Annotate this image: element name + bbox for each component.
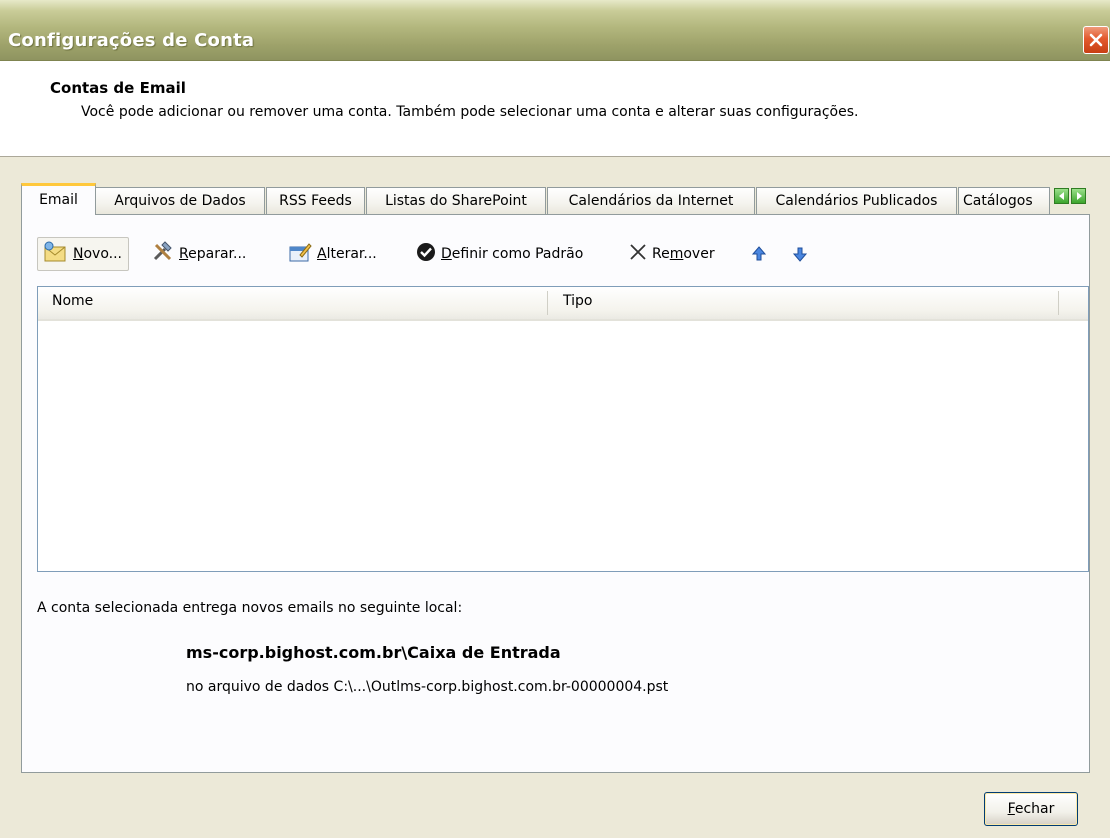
tab-catalogs[interactable]: Catálogos [958,187,1050,214]
new-mail-icon [42,241,68,267]
tab-email[interactable]: Email [21,183,96,215]
tab-scroll-left-button[interactable] [1054,188,1069,204]
column-separator[interactable] [1058,291,1059,315]
remove-x-icon [629,243,647,265]
tab-label: RSS Feeds [279,193,352,209]
account-toolbar: Novo... Reparar... Alterar... Definir co… [37,237,1037,271]
window-title: Configurações de Conta [8,30,255,51]
repair-account-button[interactable]: Reparar... [152,237,246,271]
tab-label: Arquivos de Dados [114,193,246,209]
close-dialog-button[interactable]: Fechar [984,792,1078,826]
accounts-list[interactable]: Nome Tipo [37,286,1089,572]
tab-published-calendars[interactable]: Calendários Publicados [756,187,957,214]
tab-label: Calendários Publicados [775,193,938,209]
column-header-name[interactable]: Nome [52,293,93,309]
delivery-location: ms-corp.bighost.com.br\Caixa de Entrada [186,643,561,662]
tab-label: Email [39,192,78,208]
tab-label: Catálogos [963,193,1033,209]
delivery-info-label: A conta selecionada entrega novos emails… [37,600,463,616]
remove-account-label: Remover [652,246,715,262]
set-default-button[interactable]: Definir como Padrão [416,237,583,271]
window-close-button[interactable] [1083,26,1109,54]
move-down-button[interactable] [793,237,807,271]
change-account-button[interactable]: Alterar... [288,237,377,271]
close-dialog-label: Fechar [1007,801,1055,817]
delivery-data-file: no arquivo de dados C:\...\Outlms-corp.b… [186,679,669,695]
title-bar: Configurações de Conta [0,0,1110,61]
tab-strip: Email Arquivos de Dados RSS Feeds Listas… [21,183,1091,215]
chevron-right-icon [1076,192,1082,200]
header-title: Contas de Email [50,79,186,97]
tab-scroll-right-button[interactable] [1071,188,1086,204]
close-icon [1089,33,1103,47]
header-description: Você pode adicionar ou remover uma conta… [81,104,859,120]
tab-internet-calendars[interactable]: Calendários da Internet [547,187,755,214]
chevron-left-icon [1058,192,1064,200]
set-default-label: Definir como Padrão [441,246,584,262]
move-up-button[interactable] [752,237,766,271]
column-separator[interactable] [547,291,548,315]
tab-rss-feeds[interactable]: RSS Feeds [266,187,365,214]
remove-account-button[interactable]: Remover [629,237,715,271]
arrow-up-icon [752,246,766,261]
column-header-type[interactable]: Tipo [563,293,592,309]
tab-label: Listas do SharePoint [385,193,527,209]
tools-icon [152,241,174,267]
repair-account-label: Reparar... [179,246,247,262]
tab-data-files[interactable]: Arquivos de Dados [95,187,265,214]
tab-sharepoint-lists[interactable]: Listas do SharePoint [366,187,546,214]
change-account-label: Alterar... [317,246,377,262]
new-account-label: Novo... [73,246,123,262]
arrow-down-icon [793,247,807,262]
list-header: Nome Tipo [38,287,1088,321]
tab-label: Calendários da Internet [568,193,734,209]
check-circle-icon [416,242,436,266]
new-account-button[interactable]: Novo... [37,237,130,271]
edit-account-icon [288,241,312,267]
